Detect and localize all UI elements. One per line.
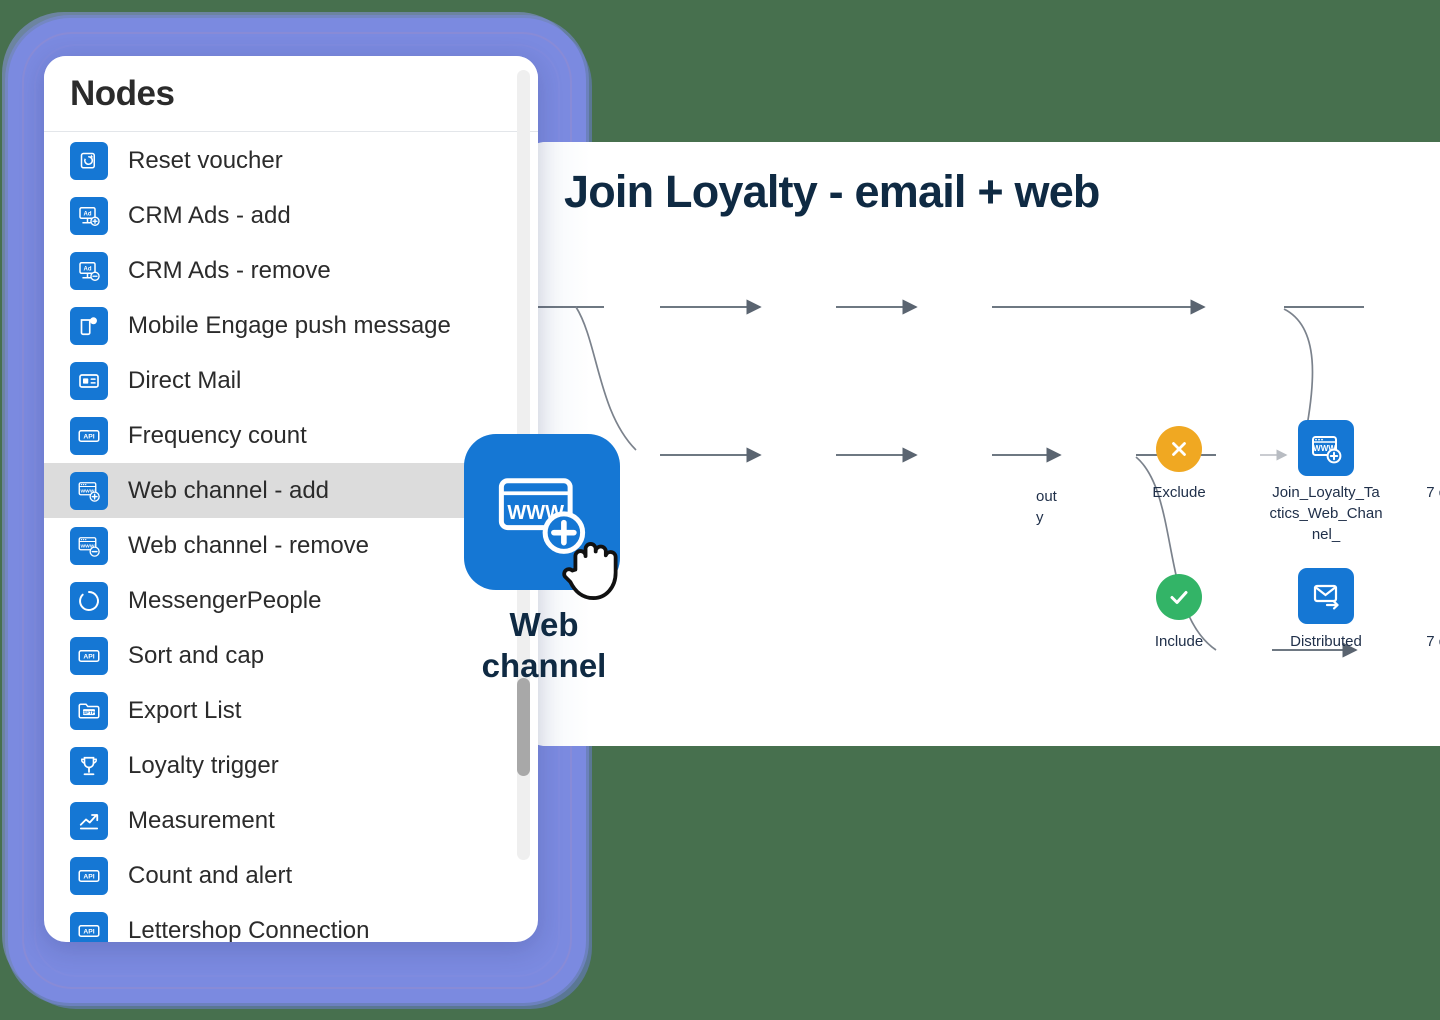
api-icon: API bbox=[70, 416, 108, 455]
node-list-item-label: Direct Mail bbox=[128, 366, 242, 394]
web-channel-add-icon: WWW bbox=[70, 471, 108, 510]
scrollbar-thumb[interactable] bbox=[517, 678, 530, 776]
node-list-item-label: Frequency count bbox=[128, 421, 307, 449]
flow-title: Join Loyalty - email + web bbox=[564, 166, 1100, 217]
flow-node-distributed-1[interactable] bbox=[1298, 568, 1354, 624]
flow-node-exclude-1[interactable] bbox=[1156, 426, 1202, 472]
node-list-item[interactable]: Mobile Engage push message bbox=[44, 298, 538, 353]
drag-ghost-label: Web channel bbox=[481, 606, 607, 684]
flow-node-label: Include bbox=[1154, 633, 1204, 650]
messenger-people-icon bbox=[70, 581, 108, 620]
api-icon: API bbox=[70, 856, 108, 895]
svg-text:Ad: Ad bbox=[84, 266, 92, 272]
api-icon: API bbox=[70, 636, 108, 675]
svg-text:API: API bbox=[83, 653, 94, 660]
node-list-item-label: CRM Ads - remove bbox=[128, 256, 331, 284]
node-list-item-label: Loyalty trigger bbox=[128, 751, 279, 779]
node-list-item[interactable]: Ad CRM Ads - remove bbox=[44, 243, 538, 298]
node-list-item-label: Web channel - remove bbox=[128, 531, 370, 559]
mobile-push-icon bbox=[70, 306, 108, 345]
node-list-item[interactable]: SFTP Export List bbox=[44, 683, 538, 738]
node-list-item-label: Mobile Engage push message bbox=[128, 311, 451, 339]
flow-node-label: Distributed bbox=[1290, 633, 1362, 650]
crm-ads-add-icon: Ad bbox=[70, 196, 108, 235]
svg-text:API: API bbox=[83, 873, 94, 880]
reset-voucher-icon bbox=[70, 141, 108, 180]
web-channel-remove-icon: WWW bbox=[70, 526, 108, 565]
flow-node-label: 7 day(s) till 07: 00 bbox=[1426, 484, 1440, 501]
flow-node-label: 7 day(s) till 07: 00 bbox=[1426, 633, 1440, 650]
flow-node-label: Join_Loyalty_Ta ctics_Web_Chan nel_ bbox=[1269, 484, 1383, 543]
node-list-item[interactable]: Direct Mail bbox=[44, 353, 538, 408]
page-title: Nodes bbox=[70, 73, 175, 113]
grab-hand-cursor bbox=[560, 530, 632, 606]
node-list-item-label: MessengerPeople bbox=[128, 586, 322, 614]
trophy-icon bbox=[70, 746, 108, 785]
node-list-item[interactable]: API Lettershop Connection bbox=[44, 903, 538, 942]
node-list-item[interactable]: Ad CRM Ads - add bbox=[44, 188, 538, 243]
node-list-item-label: Count and alert bbox=[128, 861, 293, 889]
direct-mail-icon bbox=[70, 361, 108, 400]
node-list-item-label: Sort and cap bbox=[128, 641, 265, 669]
svg-text:Ad: Ad bbox=[84, 211, 92, 217]
x-icon bbox=[1168, 438, 1190, 460]
clipped-label-out: out bbox=[1036, 488, 1057, 505]
nodes-panel-header: Nodes bbox=[44, 56, 538, 132]
sftp-export-icon: SFTP bbox=[70, 691, 108, 730]
flow-diagram-card: Join Loyalty - email + web Exclude WWW J… bbox=[520, 142, 1440, 746]
node-list-item[interactable]: Measurement bbox=[44, 793, 538, 848]
mail-send-icon bbox=[1310, 580, 1342, 612]
flow-node-include-2[interactable] bbox=[1156, 574, 1202, 620]
node-list-item[interactable]: API Count and alert bbox=[44, 848, 538, 903]
check-icon bbox=[1167, 585, 1191, 609]
trend-chart-icon bbox=[70, 801, 108, 840]
drag-ghost-tile[interactable]: WWW bbox=[464, 434, 620, 600]
node-list-item-label: Reset voucher bbox=[128, 146, 283, 174]
node-list-item[interactable]: Loyalty trigger bbox=[44, 738, 538, 793]
drag-ghost-web-channel[interactable]: WWW Web channel bbox=[464, 434, 624, 686]
crm-ads-remove-icon: Ad bbox=[70, 251, 108, 290]
web-channel-add-icon: WWW bbox=[1310, 432, 1342, 464]
node-list-item-label: Measurement bbox=[128, 806, 275, 834]
node-list-item-label: CRM Ads - add bbox=[128, 201, 291, 229]
node-list-item-label: Lettershop Connection bbox=[128, 916, 370, 943]
clipped-label-y: y bbox=[1036, 509, 1044, 526]
svg-text:API: API bbox=[83, 928, 94, 935]
flow-node-label: Exclude bbox=[1152, 484, 1206, 501]
flow-node-web-channel[interactable]: WWW bbox=[1298, 420, 1354, 476]
api-icon: API bbox=[70, 911, 108, 942]
svg-text:API: API bbox=[83, 433, 94, 440]
node-list-item-label: Web channel - add bbox=[128, 476, 330, 504]
node-list-item[interactable]: Reset voucher bbox=[44, 133, 538, 188]
node-list-item-label: Export List bbox=[128, 696, 242, 724]
svg-text:SFTP: SFTP bbox=[83, 710, 95, 715]
